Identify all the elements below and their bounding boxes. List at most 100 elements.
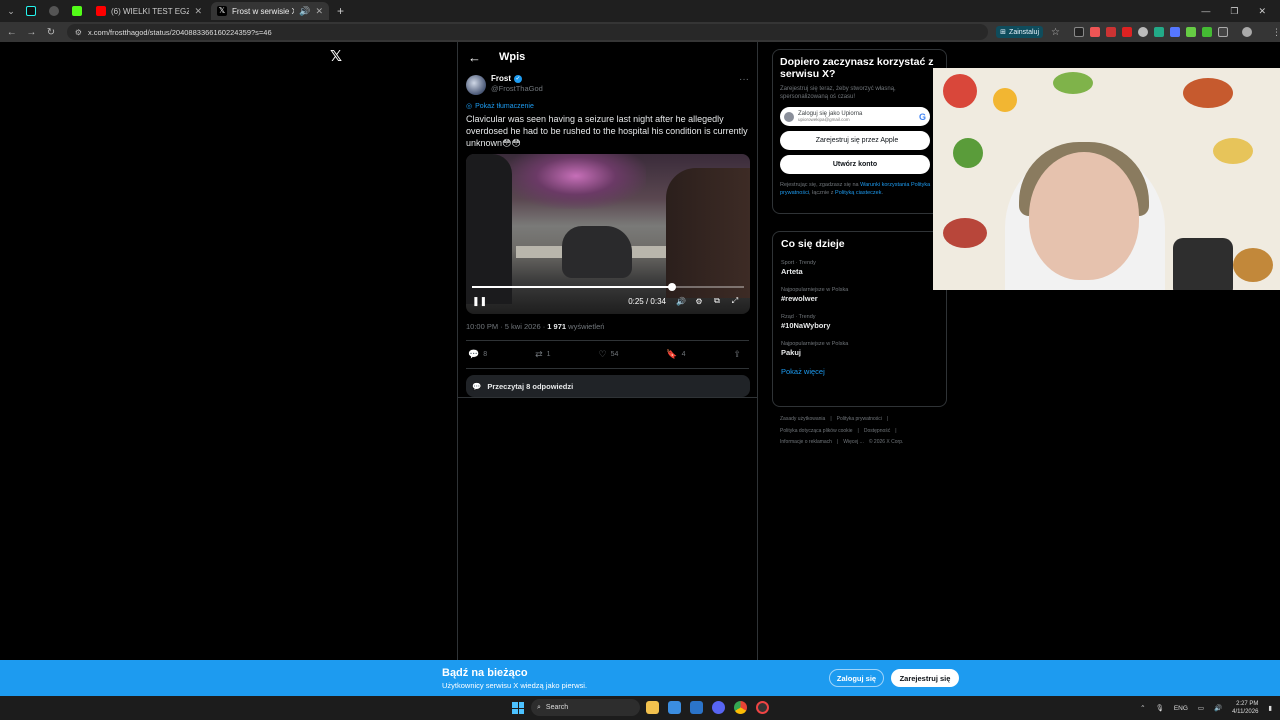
volume-icon[interactable]: 🔊: [672, 297, 690, 306]
trend-item[interactable]: Najpopularniejsze w Polska #rewolwer: [781, 286, 938, 304]
site-info-icon[interactable]: ⚙: [75, 28, 82, 37]
clock-time: 2:27 PM: [1236, 701, 1259, 707]
trend-context: Sport · Trendy: [781, 260, 816, 266]
footer-link[interactable]: Informacje o reklamach: [780, 439, 832, 445]
pinned-tab-kick[interactable]: [67, 2, 87, 20]
handle[interactable]: @FrostThaGod: [491, 84, 543, 94]
pip-icon[interactable]: ⧉: [708, 296, 726, 306]
footer-link[interactable]: Polityka prywatności: [837, 416, 882, 422]
repost-button[interactable]: ⇄ 1: [535, 349, 550, 360]
footer-link[interactable]: Zasady użytkowania: [780, 416, 825, 422]
x-logo-icon[interactable]: 𝕏: [330, 49, 344, 64]
forward-icon[interactable]: →: [24, 27, 40, 38]
profile-avatar[interactable]: [1241, 27, 1252, 37]
notifications-icon[interactable]: ▮: [1268, 704, 1272, 712]
extension-icon[interactable]: [1153, 27, 1164, 37]
bookmark-count: 4: [681, 351, 686, 358]
signup-button[interactable]: Zarejestruj się: [891, 669, 959, 687]
close-tab-icon[interactable]: ✕: [194, 6, 202, 17]
search-icon: ⌕: [537, 703, 541, 711]
read-replies-button[interactable]: 💬 Przeczytaj 8 odpowiedzi: [466, 375, 750, 397]
clock[interactable]: 2:27 PM 4/11/2026: [1232, 700, 1258, 716]
trend-item[interactable]: Najpopularniejsze w Polska Pakuj: [781, 340, 938, 358]
google-signin-button[interactable]: Zaloguj się jako Upiorna upiorowekipa@gm…: [780, 107, 930, 126]
language-indicator[interactable]: ENG: [1174, 705, 1188, 712]
avatar[interactable]: [466, 75, 486, 95]
footer-link[interactable]: Polityka dotycząca plików cookie: [780, 428, 853, 434]
extension-icon[interactable]: [1137, 27, 1148, 37]
app-icon[interactable]: [756, 701, 769, 714]
footer-link[interactable]: Dostępność: [864, 428, 890, 434]
store-icon[interactable]: [690, 701, 703, 714]
puzzle-icon[interactable]: [1217, 27, 1228, 37]
tab-youtube[interactable]: (6) WIELKI TEST EGZOTYCZNYC ✕: [90, 2, 208, 20]
trend-item[interactable]: Rząd · Trendy #10NaWybory: [781, 313, 938, 331]
extension-icon[interactable]: [1073, 27, 1084, 37]
reload-icon[interactable]: ↻: [43, 27, 59, 38]
trend-context: Najpopularniejsze w Polska: [781, 341, 849, 347]
address-bar[interactable]: ⚙ x.com/frostthagod/status/2040883366160…: [66, 24, 989, 40]
back-icon[interactable]: ←: [4, 27, 20, 38]
menu-icon[interactable]: ⋮: [1272, 27, 1280, 37]
discord-icon[interactable]: [712, 701, 725, 714]
settings-icon[interactable]: ⚙: [690, 297, 708, 306]
speaker-icon[interactable]: 🔊: [299, 6, 310, 17]
network-icon[interactable]: ▭: [1198, 704, 1204, 712]
bookmark-button[interactable]: 🔖 4: [666, 349, 685, 360]
trend-name: Pakuj: [781, 348, 802, 357]
reply-icon: 💬: [468, 349, 480, 359]
extension-icon[interactable]: [1105, 27, 1116, 37]
microphone-icon[interactable]: 🎙: [1156, 704, 1164, 712]
video-progress-knob[interactable]: [667, 283, 676, 291]
new-tab-button[interactable]: +: [337, 4, 344, 18]
login-button[interactable]: Zaloguj się: [829, 669, 884, 687]
show-more-link[interactable]: Pokaż więcej: [781, 367, 938, 376]
tab-search-icon[interactable]: ⌄: [4, 4, 18, 18]
trend-item[interactable]: Sport · Trendy Arteta: [781, 259, 938, 277]
display-name[interactable]: Frost ✓: [491, 74, 543, 84]
share-button[interactable]: ⇪: [733, 349, 741, 360]
tab-x-post[interactable]: 𝕏 Frost w serwisie X: „Clavicu 🔊 ✕: [211, 2, 329, 20]
file-explorer-icon[interactable]: [646, 701, 659, 714]
post-timestamp[interactable]: 10:00 PM · 5 kwi 2026 ·: [466, 322, 547, 331]
fullscreen-icon[interactable]: ⤢: [726, 296, 744, 306]
maximize-icon[interactable]: ❐: [1230, 6, 1238, 17]
pinned-tab-tiktok[interactable]: [21, 2, 41, 20]
extension-icon[interactable]: [1169, 27, 1180, 37]
signup-legal: Rejestrując się, zgadzasz się na Warunki…: [780, 181, 939, 197]
windows-start-icon[interactable]: [512, 702, 524, 714]
cookies-link[interactable]: Polityką ciasteczek: [835, 190, 881, 196]
install-app-button[interactable]: ⊞ Zainstaluj: [996, 26, 1044, 38]
like-button[interactable]: ♡ 54: [599, 349, 619, 360]
extension-icon[interactable]: [1185, 27, 1196, 37]
footer-link[interactable]: Więcej ...: [843, 439, 864, 445]
back-arrow-icon[interactable]: ←: [468, 50, 481, 65]
cam-background-shape: [953, 138, 983, 168]
create-account-button[interactable]: Utwórz konto: [780, 155, 930, 174]
minimize-icon[interactable]: —: [1201, 6, 1210, 17]
more-options-icon[interactable]: ···: [739, 74, 749, 85]
pause-icon[interactable]: ❚❚: [472, 296, 487, 307]
photos-icon[interactable]: [668, 701, 681, 714]
avatar: [784, 111, 794, 122]
close-window-icon[interactable]: ✕: [1258, 6, 1266, 17]
translate-link[interactable]: ◎ Pokaż tłumaczenie: [466, 102, 749, 111]
extension-icon[interactable]: [1201, 27, 1212, 37]
extension-icon[interactable]: [1089, 27, 1100, 37]
volume-icon[interactable]: 🔊: [1214, 704, 1222, 712]
chevron-up-icon[interactable]: ⌃: [1140, 704, 1145, 712]
video-player[interactable]: ❚❚ 0:25 / 0:34 🔊 ⚙ ⧉ ⤢: [466, 154, 750, 314]
terms-link[interactable]: Warunki korzystania: [860, 182, 909, 188]
trend-name: #rewolwer: [781, 294, 818, 303]
pinned-tab-2[interactable]: [44, 2, 64, 20]
apple-signup-button[interactable]: Zarejestruj się przez Apple: [780, 131, 930, 150]
close-tab-icon[interactable]: ✕: [315, 6, 323, 17]
taskbar-search[interactable]: ⌕ Search: [531, 699, 640, 716]
bookmark-star-icon[interactable]: ☆: [1051, 27, 1060, 38]
reply-button[interactable]: 💬 8: [468, 349, 487, 360]
tiktok-icon: [26, 6, 36, 16]
extension-icon[interactable]: [1121, 27, 1132, 37]
windows-taskbar: ⌕ Search ⌃ 🎙 ENG ▭ 🔊 2:27 PM 4/11/2026 ▮: [0, 696, 1280, 720]
video-progress-bar[interactable]: [472, 283, 744, 291]
chrome-icon[interactable]: [734, 701, 747, 714]
